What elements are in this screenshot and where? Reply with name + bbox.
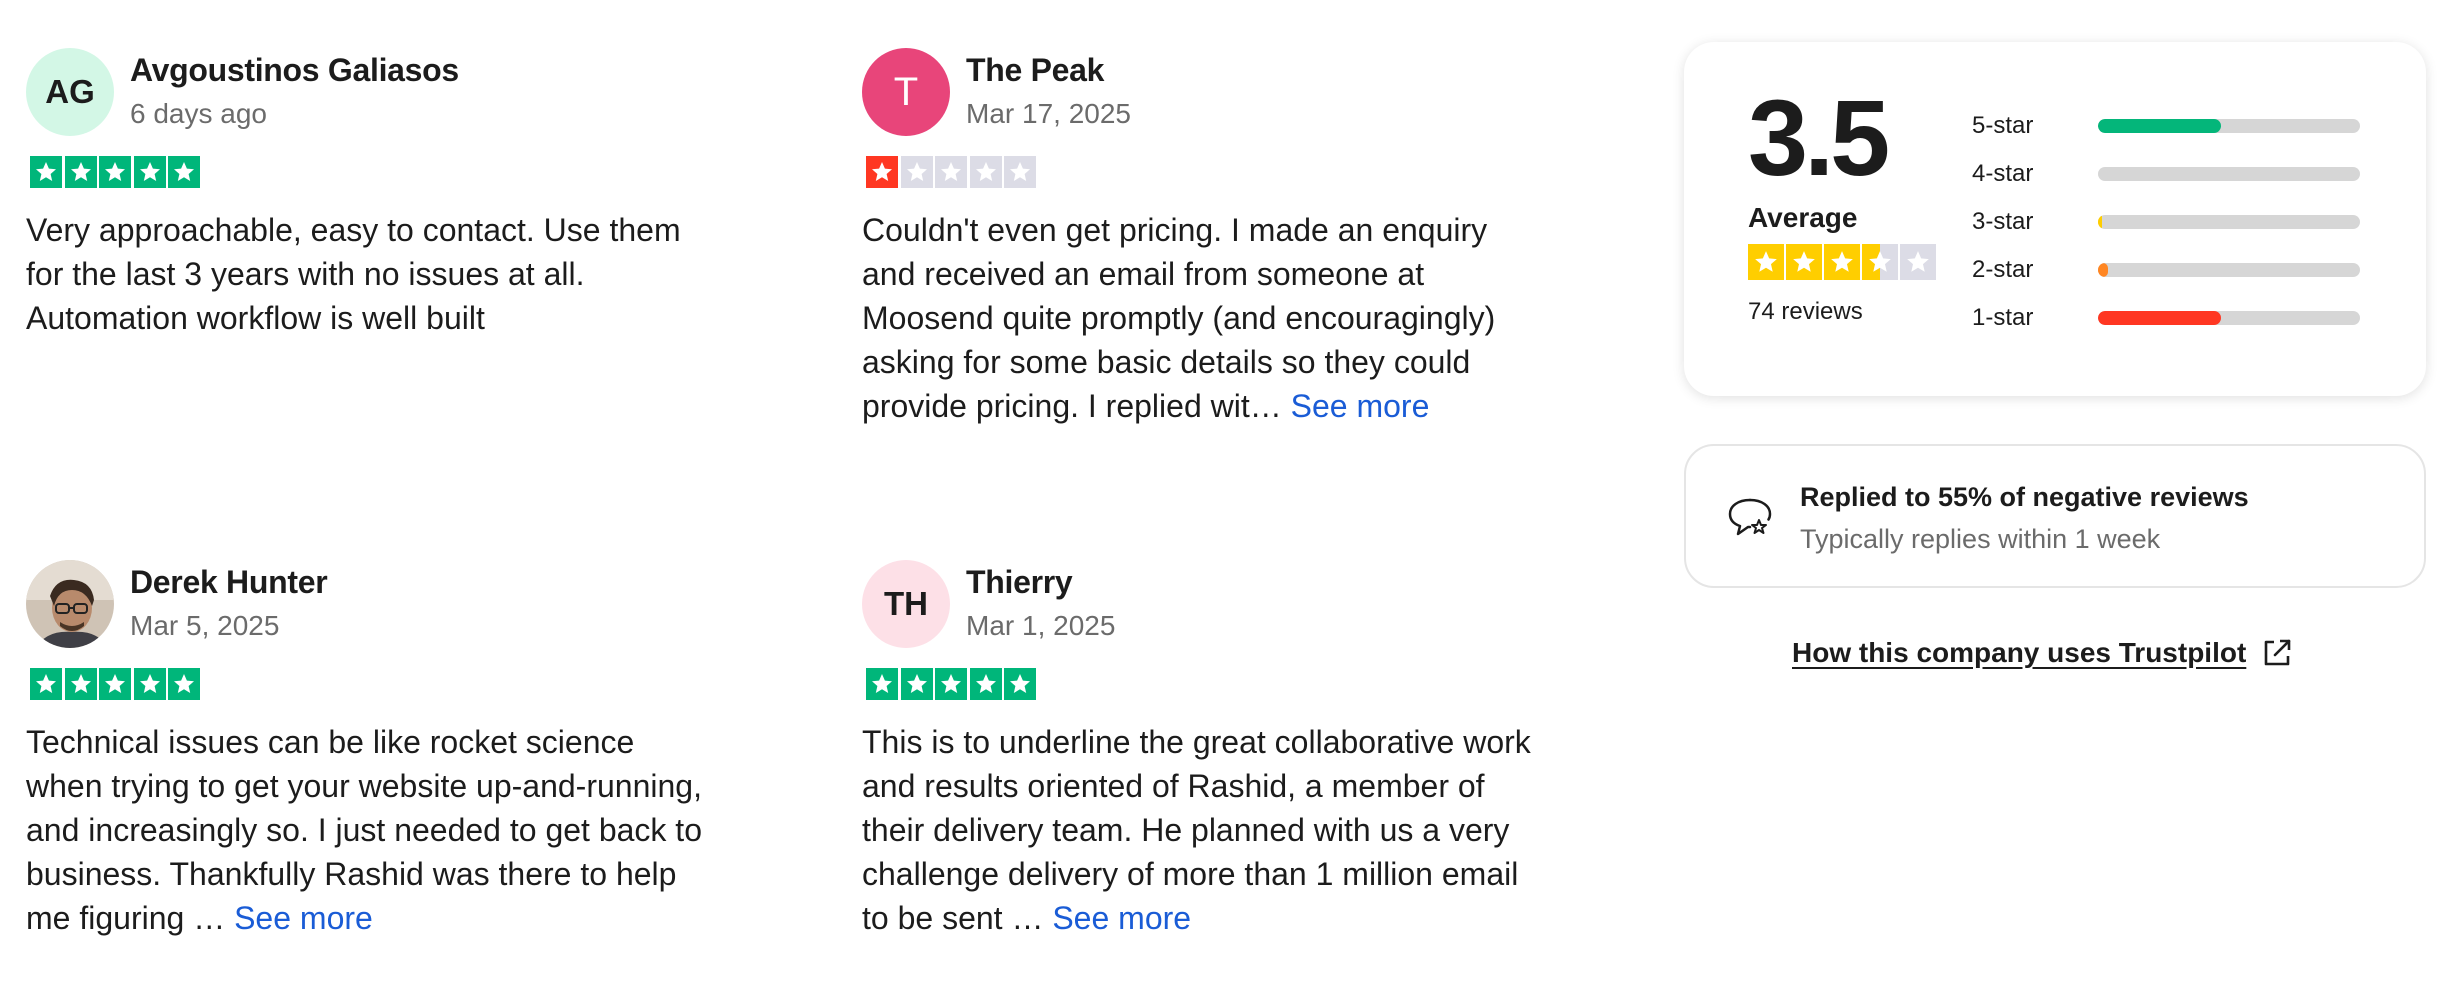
star-icon bbox=[1786, 244, 1822, 280]
replied-title: Replied to 55% of negative reviews bbox=[1800, 482, 2249, 512]
star-icon bbox=[900, 668, 933, 700]
distribution-bar-fill bbox=[2098, 311, 2222, 325]
star-icon bbox=[935, 668, 967, 700]
distribution-row-5-star[interactable]: 5-star bbox=[1972, 102, 2372, 150]
speech-bubble-star-icon bbox=[1728, 498, 1772, 536]
reviewer-name[interactable]: The Peak bbox=[966, 50, 1131, 90]
see-more-link[interactable]: See more bbox=[1291, 388, 1430, 424]
star-icon bbox=[900, 156, 933, 188]
star-icon bbox=[969, 668, 1002, 700]
star-icon bbox=[133, 668, 166, 700]
how-company-uses-trustpilot-link[interactable]: How this company uses Trustpilot bbox=[1792, 636, 2294, 670]
review-text: Very approachable, easy to contact. Use … bbox=[26, 212, 681, 336]
rating-distribution: 5-star 4-star 3-star 2-star 1-star bbox=[1972, 102, 2372, 342]
distribution-label: 2-star bbox=[1972, 256, 2034, 283]
avatar-photo bbox=[26, 560, 114, 648]
replied-card: Replied to 55% of negative reviews Typic… bbox=[1684, 444, 2426, 588]
star-icon bbox=[133, 156, 166, 188]
review-card: TH Thierry Mar 1, 2025 This is to underl… bbox=[862, 560, 1542, 940]
star-icon bbox=[1004, 668, 1036, 700]
distribution-bar-fill bbox=[2098, 119, 2222, 133]
distribution-bar-track bbox=[2098, 119, 2360, 133]
distribution-bar-track bbox=[2098, 215, 2360, 229]
distribution-row-2-star[interactable]: 2-star bbox=[1972, 246, 2372, 294]
summary-star-rating bbox=[1748, 244, 1938, 280]
star-icon bbox=[64, 668, 97, 700]
star-rating bbox=[866, 156, 1542, 190]
replied-subtitle: Typically replies within 1 week bbox=[1800, 524, 2161, 554]
star-icon bbox=[30, 668, 62, 700]
see-more-link[interactable]: See more bbox=[234, 900, 373, 936]
star-icon bbox=[1748, 244, 1784, 280]
distribution-bar-track bbox=[2098, 167, 2360, 181]
avatar[interactable]: TH bbox=[862, 560, 950, 648]
review-date: Mar 17, 2025 bbox=[966, 98, 1131, 129]
star-icon bbox=[1824, 244, 1860, 280]
star-rating bbox=[30, 156, 706, 190]
reviewer-name[interactable]: Derek Hunter bbox=[130, 562, 328, 602]
star-icon bbox=[64, 156, 97, 188]
star-icon bbox=[866, 156, 898, 188]
distribution-label: 4-star bbox=[1972, 160, 2034, 187]
distribution-bar-fill bbox=[2098, 215, 2102, 229]
star-icon bbox=[30, 156, 62, 188]
distribution-row-3-star[interactable]: 3-star bbox=[1972, 198, 2372, 246]
reviewer-name[interactable]: Thierry bbox=[966, 562, 1115, 602]
rating-summary-card: 3.5 Average 74 reviews 5-star 4-star 3-sta… bbox=[1684, 42, 2426, 396]
review-card: AG Avgoustinos Galiasos 6 days ago Very … bbox=[26, 48, 706, 340]
how-link-label: How this company uses Trustpilot bbox=[1792, 637, 2247, 668]
review-text: This is to underline the great collabora… bbox=[862, 724, 1531, 936]
star-icon bbox=[1900, 244, 1936, 280]
distribution-label: 1-star bbox=[1972, 304, 2034, 331]
distribution-row-4-star[interactable]: 4-star bbox=[1972, 150, 2372, 198]
star-icon bbox=[866, 668, 898, 700]
review-text: Couldn't even get pricing. I made an enq… bbox=[862, 212, 1496, 424]
average-label: Average bbox=[1748, 202, 1858, 233]
avatar[interactable] bbox=[26, 560, 114, 648]
distribution-bar-track bbox=[2098, 311, 2360, 325]
distribution-bar-track bbox=[2098, 263, 2360, 277]
star-icon bbox=[168, 668, 200, 700]
external-link-icon bbox=[2264, 639, 2291, 666]
avatar[interactable]: T bbox=[862, 48, 950, 136]
review-date: Mar 5, 2025 bbox=[130, 610, 280, 641]
star-icon bbox=[1004, 156, 1036, 188]
star-icon bbox=[99, 668, 131, 700]
star-rating bbox=[30, 668, 706, 702]
star-icon bbox=[969, 156, 1002, 188]
review-card: Derek Hunter Mar 5, 2025 Technical issue… bbox=[26, 560, 706, 940]
distribution-row-1-star[interactable]: 1-star bbox=[1972, 294, 2372, 342]
distribution-bar-fill bbox=[2098, 263, 2109, 277]
star-icon bbox=[99, 156, 131, 188]
see-more-link[interactable]: See more bbox=[1052, 900, 1191, 936]
review-card: T The Peak Mar 17, 2025 Couldn't even ge… bbox=[862, 48, 1542, 428]
distribution-label: 5-star bbox=[1972, 112, 2034, 139]
distribution-label: 3-star bbox=[1972, 208, 2034, 235]
average-score: 3.5 bbox=[1748, 77, 1890, 198]
star-icon bbox=[935, 156, 967, 188]
avatar[interactable]: AG bbox=[26, 48, 114, 136]
reviewer-name[interactable]: Avgoustinos Galiasos bbox=[130, 50, 459, 90]
review-count: 74 reviews bbox=[1748, 298, 1863, 325]
star-icon bbox=[168, 156, 200, 188]
review-text: Technical issues can be like rocket scie… bbox=[26, 724, 702, 936]
review-date: 6 days ago bbox=[130, 98, 267, 129]
star-rating bbox=[866, 668, 1542, 702]
review-date: Mar 1, 2025 bbox=[966, 610, 1116, 641]
star-icon bbox=[1862, 244, 1898, 280]
